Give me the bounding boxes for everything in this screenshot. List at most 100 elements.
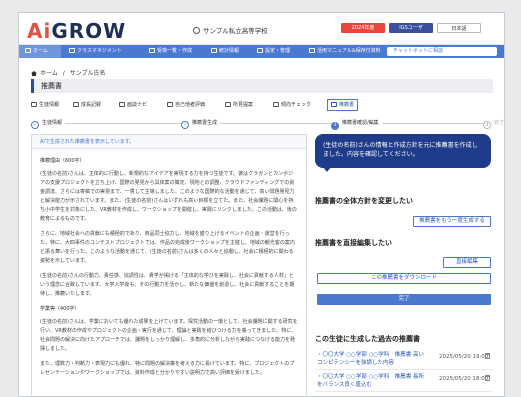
breadcrumb-current: サンプル氏名 xyxy=(69,70,106,77)
history-item[interactable]: ・〇〇大学 ○○学部 ○○学科 推薦書 長所をバランス良く盛込む 2025/05… xyxy=(315,370,493,392)
edit-section: 推薦書を直接編集したい xyxy=(315,238,493,248)
step-1-label: 生徒情報 xyxy=(42,120,63,126)
nav-settings[interactable]: 設定・管理 xyxy=(257,45,290,58)
app-window: AiGROW サンプル私立高等学校 2024年度 IGSユーザ 日本語 ホーム … xyxy=(18,12,505,397)
nav-home[interactable]: ホーム xyxy=(19,45,61,58)
trend-icon xyxy=(73,102,79,107)
nav-manual[interactable]: 活用マニュアル&保存付資料 xyxy=(309,45,381,58)
tab-self-evaluation[interactable]: 自己他者評価 xyxy=(167,99,205,111)
student-tabs: 生徒情報 成長記録 面談ナビ 自己他者評価 所見提案 傾向チェック 推薦書 xyxy=(31,99,493,111)
school-icon xyxy=(193,27,200,34)
nav-statistics[interactable]: 統計情報 xyxy=(211,45,239,58)
paragraph: また、理数力・判断力・表現力にも優れ、特に問題の解決策を考える力に長けています。… xyxy=(40,361,295,376)
history-link[interactable]: ・〇〇大学 ○○学部 ○○学科 推薦書 長所をバランス良く盛込む xyxy=(317,373,425,389)
school-name: サンプル私立高等学校 xyxy=(193,25,268,35)
complete-button[interactable]: 完了 xyxy=(317,294,491,305)
tab-interview[interactable]: 面談ナビ xyxy=(119,99,147,111)
tab-findings-label: 所見提案 xyxy=(233,102,254,108)
nav-exams[interactable]: 受検一覧・作成 xyxy=(149,45,192,58)
tab-interview-label: 面談ナビ xyxy=(127,102,148,108)
step-2-label: 推薦書生成 xyxy=(192,120,218,126)
tab-recommendation[interactable]: 推薦書 xyxy=(327,99,359,111)
recommendation-preview[interactable]: AIで生成された推薦書を表示しています。 推薦理由（600字） (生徒の名前)さ… xyxy=(31,134,307,396)
stepper-line xyxy=(41,122,491,124)
tab-trend-check[interactable]: 傾向チェック xyxy=(273,99,311,111)
recommendation-body: 推薦理由（600字） (生徒の名前)さんは、主体的に行動し、新規的なアイデアを実… xyxy=(32,149,306,390)
step-complete: 4 完了 xyxy=(483,117,505,129)
edit-heading: 推薦書を直接編集したい xyxy=(315,239,392,247)
pencil-icon xyxy=(225,102,231,107)
main-nav: ホーム クラスマネジメント 受検一覧・作成 統計情報 設定・管理 活用マニュアル… xyxy=(19,45,504,58)
history-section: この生徒に生成した過去の推薦書 xyxy=(315,334,493,344)
top-header: AiGROW サンプル私立高等学校 2024年度 IGSユーザ 日本語 xyxy=(19,13,504,45)
tab-student-info[interactable]: 生徒情報 xyxy=(31,99,59,111)
tab-student-info-label: 生徒情報 xyxy=(39,102,60,108)
paragraph: (生徒の名前)さんは、学業においても優れた成果を上げています。探究活動の一環とし… xyxy=(40,319,298,352)
paragraph: (生徒の名前)さんの行動力、責任感、協調性は、貴学が掲げる「主体的な学びを実践し… xyxy=(40,273,295,297)
chart-line-icon xyxy=(69,48,75,53)
history-heading: この生徒に生成した過去の推薦書 xyxy=(315,335,420,343)
year-selector[interactable]: 2024年度 xyxy=(341,23,385,33)
pencil-icon xyxy=(149,48,155,53)
action-panel: (生徒の名前)さんの情報と作成方針を元に推薦書を作成しました。内容を確認してくだ… xyxy=(315,134,493,396)
breadcrumb-separator: / xyxy=(62,70,65,77)
check-icon: ✓ xyxy=(31,121,39,129)
paragraph: (生徒の名前)さんは、主体的に行動し、新規的なアイデアを実現する力を持つ生徒です… xyxy=(40,171,297,222)
home-icon xyxy=(31,71,37,76)
nav-settings-label: 設定・管理 xyxy=(265,48,291,54)
page-title: 推薦書 xyxy=(31,79,493,93)
tab-recommendation-label: 推薦書 xyxy=(339,102,355,108)
download-button[interactable]: この推薦書をダウンロード xyxy=(317,273,491,284)
assistant-message-text: (生徒の名前)さんの情報と作成方針を元に推薦書を作成しました。内容を確認してくだ… xyxy=(323,142,478,158)
policy-section: 推薦書の全体方針を変更したい xyxy=(315,196,493,206)
assistant-message: (生徒の名前)さんの情報と作成方針を元に推薦書を作成しました。内容を確認してくだ… xyxy=(315,134,491,172)
step-number-4: 4 xyxy=(483,121,491,129)
user-badge[interactable]: IGSユーザ xyxy=(389,23,433,33)
home-icon xyxy=(25,48,31,53)
nav-exams-label: 受検一覧・作成 xyxy=(157,48,193,54)
nav-manual-label: 活用マニュアル&保存付資料 xyxy=(317,48,381,54)
language-selector[interactable]: 日本語 xyxy=(437,23,481,33)
nav-home-label: ホーム xyxy=(33,48,48,54)
trash-icon[interactable] xyxy=(485,375,490,381)
breadcrumb: ホーム / サンプル氏名 xyxy=(31,68,106,77)
trend-icon xyxy=(119,102,125,107)
section-title-reason: 推薦理由（600字） xyxy=(40,158,85,164)
document-icon xyxy=(331,102,337,107)
tab-findings[interactable]: 所見提案 xyxy=(225,99,253,111)
chatbot-button[interactable]: チャットボットに相談 xyxy=(387,47,497,56)
tab-trend-label: 傾向チェック xyxy=(281,102,312,108)
policy-heading: 推薦書の全体方針を変更したい xyxy=(315,197,413,205)
nav-class-management[interactable]: クラスマネジメント xyxy=(69,45,122,58)
step-generate[interactable]: ✓ 推薦書生成 xyxy=(181,117,221,129)
history-date: 2025/05/20 18:00 xyxy=(439,376,489,382)
bar-chart-icon xyxy=(211,48,217,53)
direct-edit-button[interactable]: 直接編集 xyxy=(443,257,491,268)
tab-self-eval-label: 自己他者評価 xyxy=(175,102,206,108)
history-link[interactable]: ・〇〇大学 ○○学部 ○○学科 推薦書 高いコンピテンシーを強調した内容 xyxy=(317,351,425,367)
nav-stats-label: 統計情報 xyxy=(219,48,240,54)
step-review: 3 推薦書確認/編集 xyxy=(331,117,382,130)
history-item[interactable]: ・〇〇大学 ○○学部 ○○学科 推薦書 高いコンピテンシーを強調した内容 202… xyxy=(315,348,493,370)
history-list: ・〇〇大学 ○○学部 ○○学科 推薦書 高いコンピテンシーを強調した内容 202… xyxy=(315,348,493,392)
bar-chart-icon xyxy=(273,102,279,107)
step-student-info[interactable]: ✓ 生徒情報 xyxy=(31,117,66,129)
bubble-tail xyxy=(323,167,331,172)
step-number-3: 3 xyxy=(331,122,339,130)
app-logo[interactable]: AiGROW xyxy=(27,19,126,43)
help-icon xyxy=(309,48,315,53)
tab-growth[interactable]: 成長記録 xyxy=(73,99,101,111)
regenerate-button[interactable]: 推薦書をもう一度生成する xyxy=(413,216,491,227)
nav-class-label: クラスマネジメント xyxy=(77,48,122,54)
gear-icon xyxy=(257,48,263,53)
ai-notice: AIで生成された推薦書を表示しています。 xyxy=(32,135,306,149)
trash-icon[interactable] xyxy=(485,353,490,359)
document-icon xyxy=(167,102,173,107)
check-icon: ✓ xyxy=(181,121,189,129)
chatbot-label: チャットボットに相談 xyxy=(393,48,443,54)
school-label: サンプル私立高等学校 xyxy=(203,27,268,35)
section-title-academics: 学業等（400字） xyxy=(40,306,80,312)
step-4-label: 完了 xyxy=(494,120,505,126)
breadcrumb-home[interactable]: ホーム xyxy=(40,70,58,77)
tab-growth-label: 成長記録 xyxy=(81,102,102,108)
